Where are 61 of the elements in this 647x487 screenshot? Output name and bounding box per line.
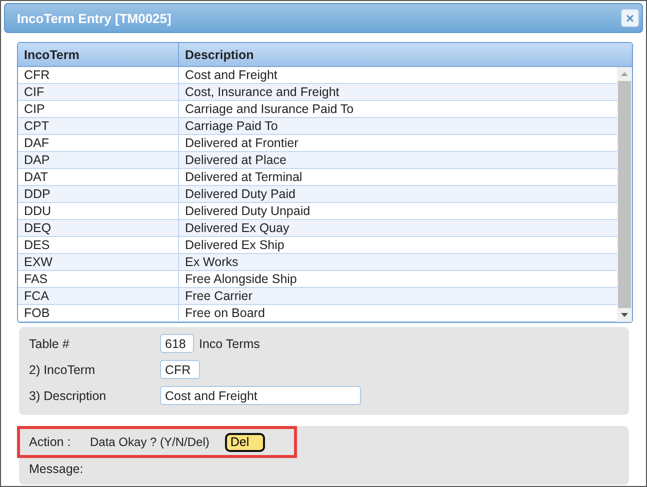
table-cell-text: Carriage Paid To [184,118,279,134]
table-row[interactable]: DDP Delivered Duty Paid [18,186,617,203]
table-cell-text: Cost, Insurance and Freight [184,84,340,100]
table-row[interactable]: DAF Delivered at Frontier [18,135,617,152]
action-label: Action : [28,435,72,449]
table-cell-text: Cost and Freight [184,67,278,83]
table-row[interactable]: EXW Ex Works [18,254,617,271]
table-cell-text: Free on Board [184,305,266,321]
input-field[interactable]: 618 [160,334,194,353]
column-header[interactable]: Description [179,43,632,66]
table-cell: CIP [18,101,179,117]
table-cell: FAS [18,271,179,287]
table-cell-text: Free Alongside Ship [184,271,298,287]
table-row[interactable]: DDU Delivered Duty Unpaid [18,203,617,220]
table-cell: CPT [18,118,179,134]
prompt-label: Data Okay ? (Y/N/Del) [90,435,210,449]
table-row[interactable]: CFR Cost and Freight [18,67,617,84]
table-row[interactable]: DES Delivered Ex Ship [18,237,617,254]
table-row[interactable]: DEQ Delivered Ex Quay [18,220,617,237]
table-cell: DDU [18,203,179,219]
table-cell-text: Ex Works [184,254,240,270]
table-row[interactable]: FOB Free on Board [18,305,617,322]
scrollbar[interactable] [617,67,632,322]
table-row[interactable]: CIP Carriage and Isurance Paid To [18,101,617,118]
table-cell: EXW [18,254,179,270]
table-cell-text: Free Carrier [184,288,254,304]
column-header[interactable]: IncoTerm [18,43,179,66]
table-cell-text: Carriage and Isurance Paid To [184,101,355,117]
window-title: IncoTerm Entry [TM0025] [17,10,172,26]
table-row[interactable]: FCA Free Carrier [18,288,617,305]
field-label: 3) Description [28,388,108,402]
table-cell: DAF [18,135,179,151]
table-cell: DAT [18,169,179,185]
input-field[interactable]: Cost and Freight [160,386,361,405]
table-cell-text: Delivered at Place [184,152,288,168]
table-cell-text: Delivered at Terminal [184,169,304,185]
table-cell: DDP [18,186,179,202]
table-cell: CFR [18,67,179,83]
table-cell: FCA [18,288,179,304]
table-row[interactable]: CPT Carriage Paid To [18,118,617,135]
table-cell: DEQ [18,220,179,236]
input-field[interactable]: CFR [160,360,200,379]
scroll-thumb[interactable] [618,81,631,308]
table-cell: DAP [18,152,179,168]
table-cell: FOB [18,305,179,321]
table-cell-text: Delivered Ex Ship [184,237,286,253]
table-cell: DES [18,237,179,253]
table-row[interactable]: DAT Delivered at Terminal [18,169,617,186]
table-cell-text: Delivered Duty Unpaid [184,203,312,219]
table-cell: CIF [18,84,179,100]
table-row[interactable]: CIF Cost, Insurance and Freight [18,84,617,101]
field-label: 2) IncoTerm [28,362,96,376]
table-cell-text: Delivered at Frontier [184,135,300,151]
table-row[interactable]: DAP Delivered at Place [18,152,617,169]
field-label: Table # [28,336,70,350]
confirm-field[interactable]: Del [225,432,266,452]
table-cell-text: Delivered Ex Quay [184,220,290,236]
table-row[interactable]: FAS Free Alongside Ship [18,271,617,288]
message-label: Message: [28,462,84,476]
table-cell-text: Delivered Duty Paid [184,186,296,202]
field-note: Inco Terms [199,336,260,350]
